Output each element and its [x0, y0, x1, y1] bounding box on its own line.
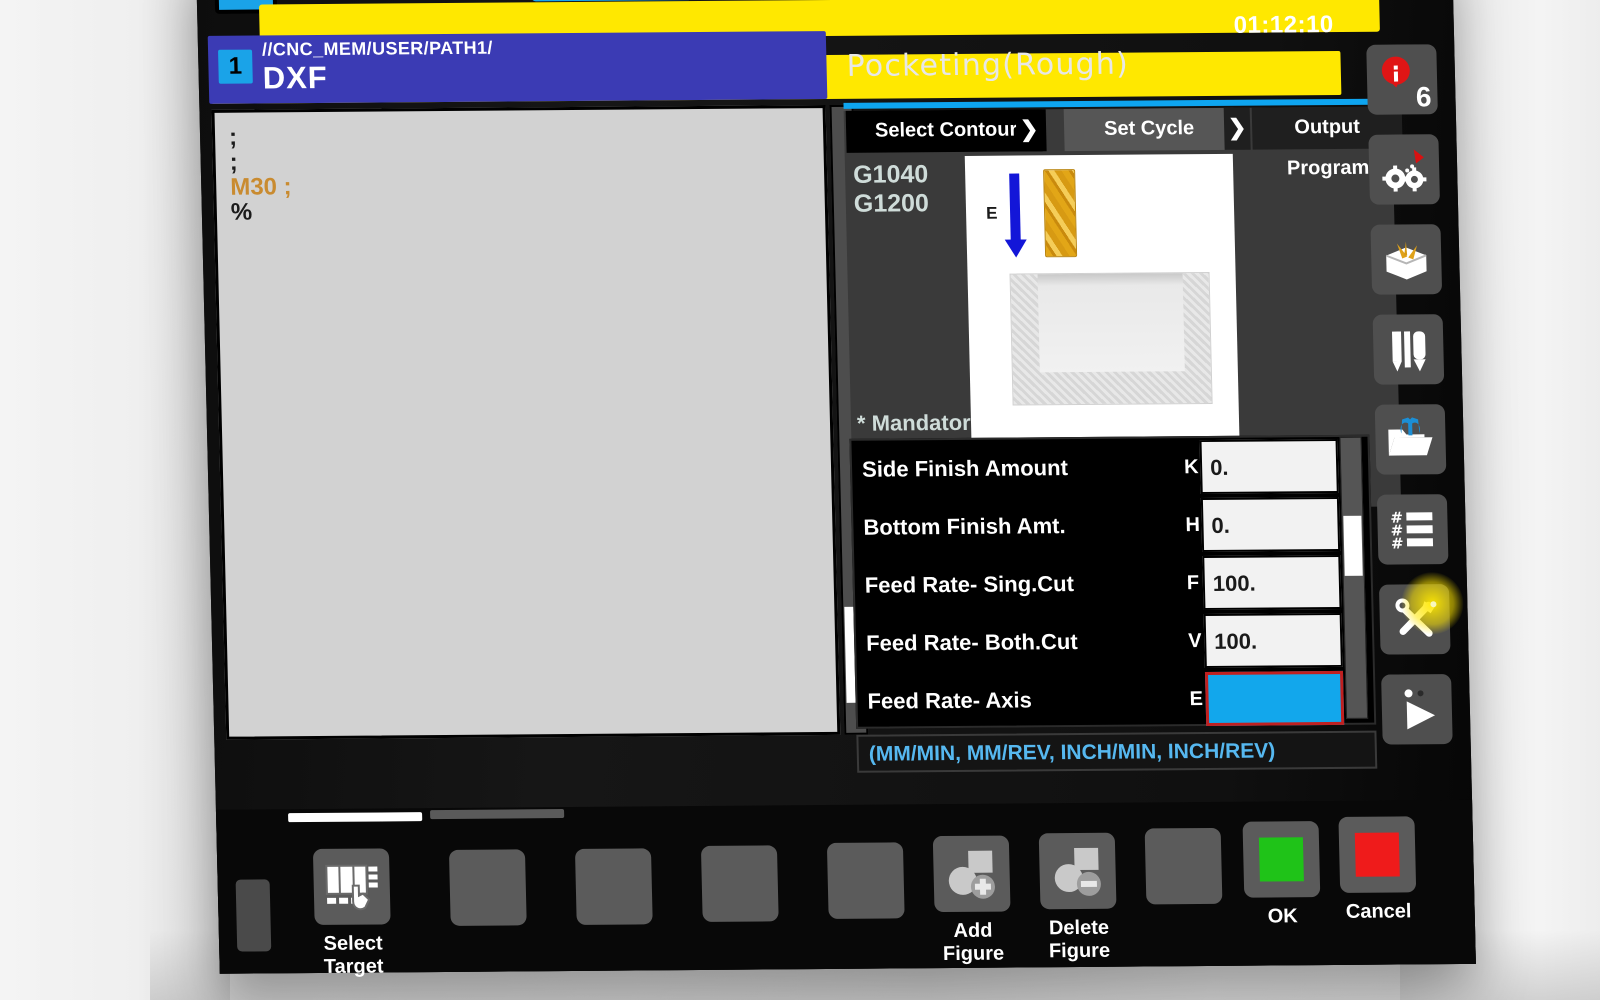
cycle-dialog: Pocketing(Rough) Select Contour ❯ Set Cy… — [837, 7, 1410, 773]
program-code-line: % — [230, 198, 253, 226]
workpiece-box-icon[interactable] — [1370, 224, 1443, 295]
parameter-input[interactable] — [1204, 670, 1345, 726]
background-left-wall — [0, 0, 230, 1000]
delete-figure-icon — [1054, 847, 1101, 896]
softkey-blank-3[interactable] — [700, 845, 779, 922]
svg-text:#: # — [1391, 534, 1404, 552]
mandatory-note: * Mandatory — [856, 409, 984, 436]
add-figure-icon — [948, 850, 995, 899]
softkey-label-add-figure: Add Figure — [942, 919, 1005, 966]
softkey-page-indicator-idle[interactable] — [429, 809, 565, 820]
function-icon-rail: 6 # # # — [1358, 44, 1471, 765]
parameter-label: Feed Rate- Sing.Cut — [864, 571, 1075, 598]
cnc-machine-panel: 1 EDIT P= 0 01:12:10 1 //CNC_MEM/USER/PA… — [196, 0, 1476, 978]
softkey-blank-1[interactable] — [448, 849, 527, 926]
tab-set-cycle[interactable]: Set Cycle — [1063, 107, 1235, 152]
softkey-delete-figure[interactable] — [1038, 832, 1117, 910]
parameter-row[interactable]: Side Finish Amount K 0. — [851, 437, 1372, 499]
parameter-row[interactable]: Feed Rate- Sing.CutF100.* — [854, 553, 1375, 615]
parameter-address-key: E — [1189, 688, 1204, 711]
parameter-label: Side Finish Amount — [861, 455, 1069, 482]
gcode-item[interactable]: G1040 — [853, 160, 929, 190]
parameter-input[interactable]: 0. — [1199, 438, 1339, 495]
panel-left-nub — [235, 879, 272, 952]
parameter-scrollbar-thumb[interactable] — [1343, 515, 1363, 576]
select-target-icon — [325, 864, 378, 911]
softkey-blank-4[interactable] — [826, 842, 905, 919]
maintenance-tools-icon[interactable] — [1378, 584, 1451, 655]
mouse-cursor-point — [1430, 601, 1437, 608]
parameter-label: Bottom Finish Amt. — [863, 513, 1066, 540]
cycle-diagram: E — [964, 153, 1240, 452]
softkey-label-select-target: Select Target — [323, 932, 384, 978]
program-path: //CNC_MEM/USER/PATH1/ — [261, 37, 494, 60]
chevron-right-icon-2: ❯ — [1223, 107, 1251, 150]
parameter-label: Feed Rate- Both.Cut — [865, 629, 1078, 656]
program-header: 1 //CNC_MEM/USER/PATH1/ DXF — [207, 31, 828, 104]
depth-arrow-head-icon — [1004, 239, 1028, 258]
program-folder-icon[interactable] — [1374, 404, 1447, 475]
parameter-address-key: F — [1186, 572, 1200, 595]
parameter-address-key: H — [1185, 514, 1201, 537]
parameter-input[interactable]: 100. — [1202, 554, 1342, 611]
parameter-address-key: K — [1183, 456, 1199, 479]
parameter-input[interactable]: 100. — [1203, 612, 1343, 669]
softkey-label-delete-figure: Delete Figure — [1048, 916, 1111, 963]
gcode-item[interactable]: G1200 — [854, 189, 930, 219]
ok-green-swatch — [1258, 837, 1304, 882]
alarm-count-badge: 6 — [1415, 81, 1432, 113]
machine-settings-icon[interactable] — [1368, 134, 1441, 205]
pocket-cavity-graphic — [1037, 273, 1185, 373]
softkey-bar: Select Target Add Figure Delete Figure O… — [215, 799, 1476, 978]
softkey-blank-5[interactable] — [1144, 827, 1223, 905]
program-filename: DXF — [262, 59, 329, 96]
cancel-red-swatch — [1354, 832, 1400, 877]
end-mill-tool-icon — [1043, 169, 1078, 258]
parameter-row[interactable]: Feed Rate- AxisE* — [857, 669, 1378, 731]
program-code-area[interactable]: ;; M30 ;% — [211, 105, 841, 740]
softkey-select-target[interactable] — [312, 848, 391, 925]
tool-offset-icon[interactable] — [1372, 314, 1445, 385]
run-play-icon[interactable] — [1381, 674, 1453, 745]
parameter-table: Side Finish Amount K 0. Bottom Finish Amt. H… — [849, 434, 1378, 731]
cycle-title: Pocketing(Rough) — [846, 46, 1130, 84]
softkey-add-figure[interactable] — [932, 835, 1011, 913]
softkey-label-cancel: Cancel — [1345, 900, 1412, 923]
softkey-ok[interactable] — [1242, 821, 1321, 898]
parameter-address-key: V — [1187, 630, 1202, 653]
chevron-right-icon-1: ❯ — [1015, 109, 1043, 152]
parameter-row[interactable]: Bottom Finish Amt. H 0. — [853, 495, 1374, 557]
alarm-info-icon[interactable]: 6 — [1366, 44, 1438, 115]
gcode-list: G1040 G1200 — [853, 160, 929, 219]
diagram-depth-label: E — [985, 203, 998, 223]
program-channel-number: 1 — [218, 49, 253, 84]
cycle-step-tabs: Select Contour ❯ Set Cycle ❯ Output Prog… — [845, 106, 1403, 179]
softkey-blank-2[interactable] — [574, 848, 653, 925]
parameter-label: Feed Rate- Axis — [867, 687, 1033, 714]
parameter-row[interactable]: Feed Rate- Both.CutV100.* — [856, 611, 1377, 673]
depth-arrow-icon — [1009, 173, 1021, 242]
units-hint-text: (MM/MIN, MM/REV, INCH/MIN, INCH/REV) — [868, 739, 1276, 766]
parameter-input[interactable]: 0. — [1200, 496, 1341, 553]
softkey-page-indicator-active[interactable] — [288, 812, 423, 823]
units-hint-bar: (MM/MIN, MM/REV, INCH/MIN, INCH/REV) — [856, 730, 1378, 773]
softkey-cancel[interactable] — [1338, 816, 1417, 893]
parameter-list-icon[interactable]: # # # — [1376, 494, 1449, 565]
program-editor-pane: 1 //CNC_MEM/USER/PATH1/ DXF ;; M30 ;% — [207, 31, 869, 746]
